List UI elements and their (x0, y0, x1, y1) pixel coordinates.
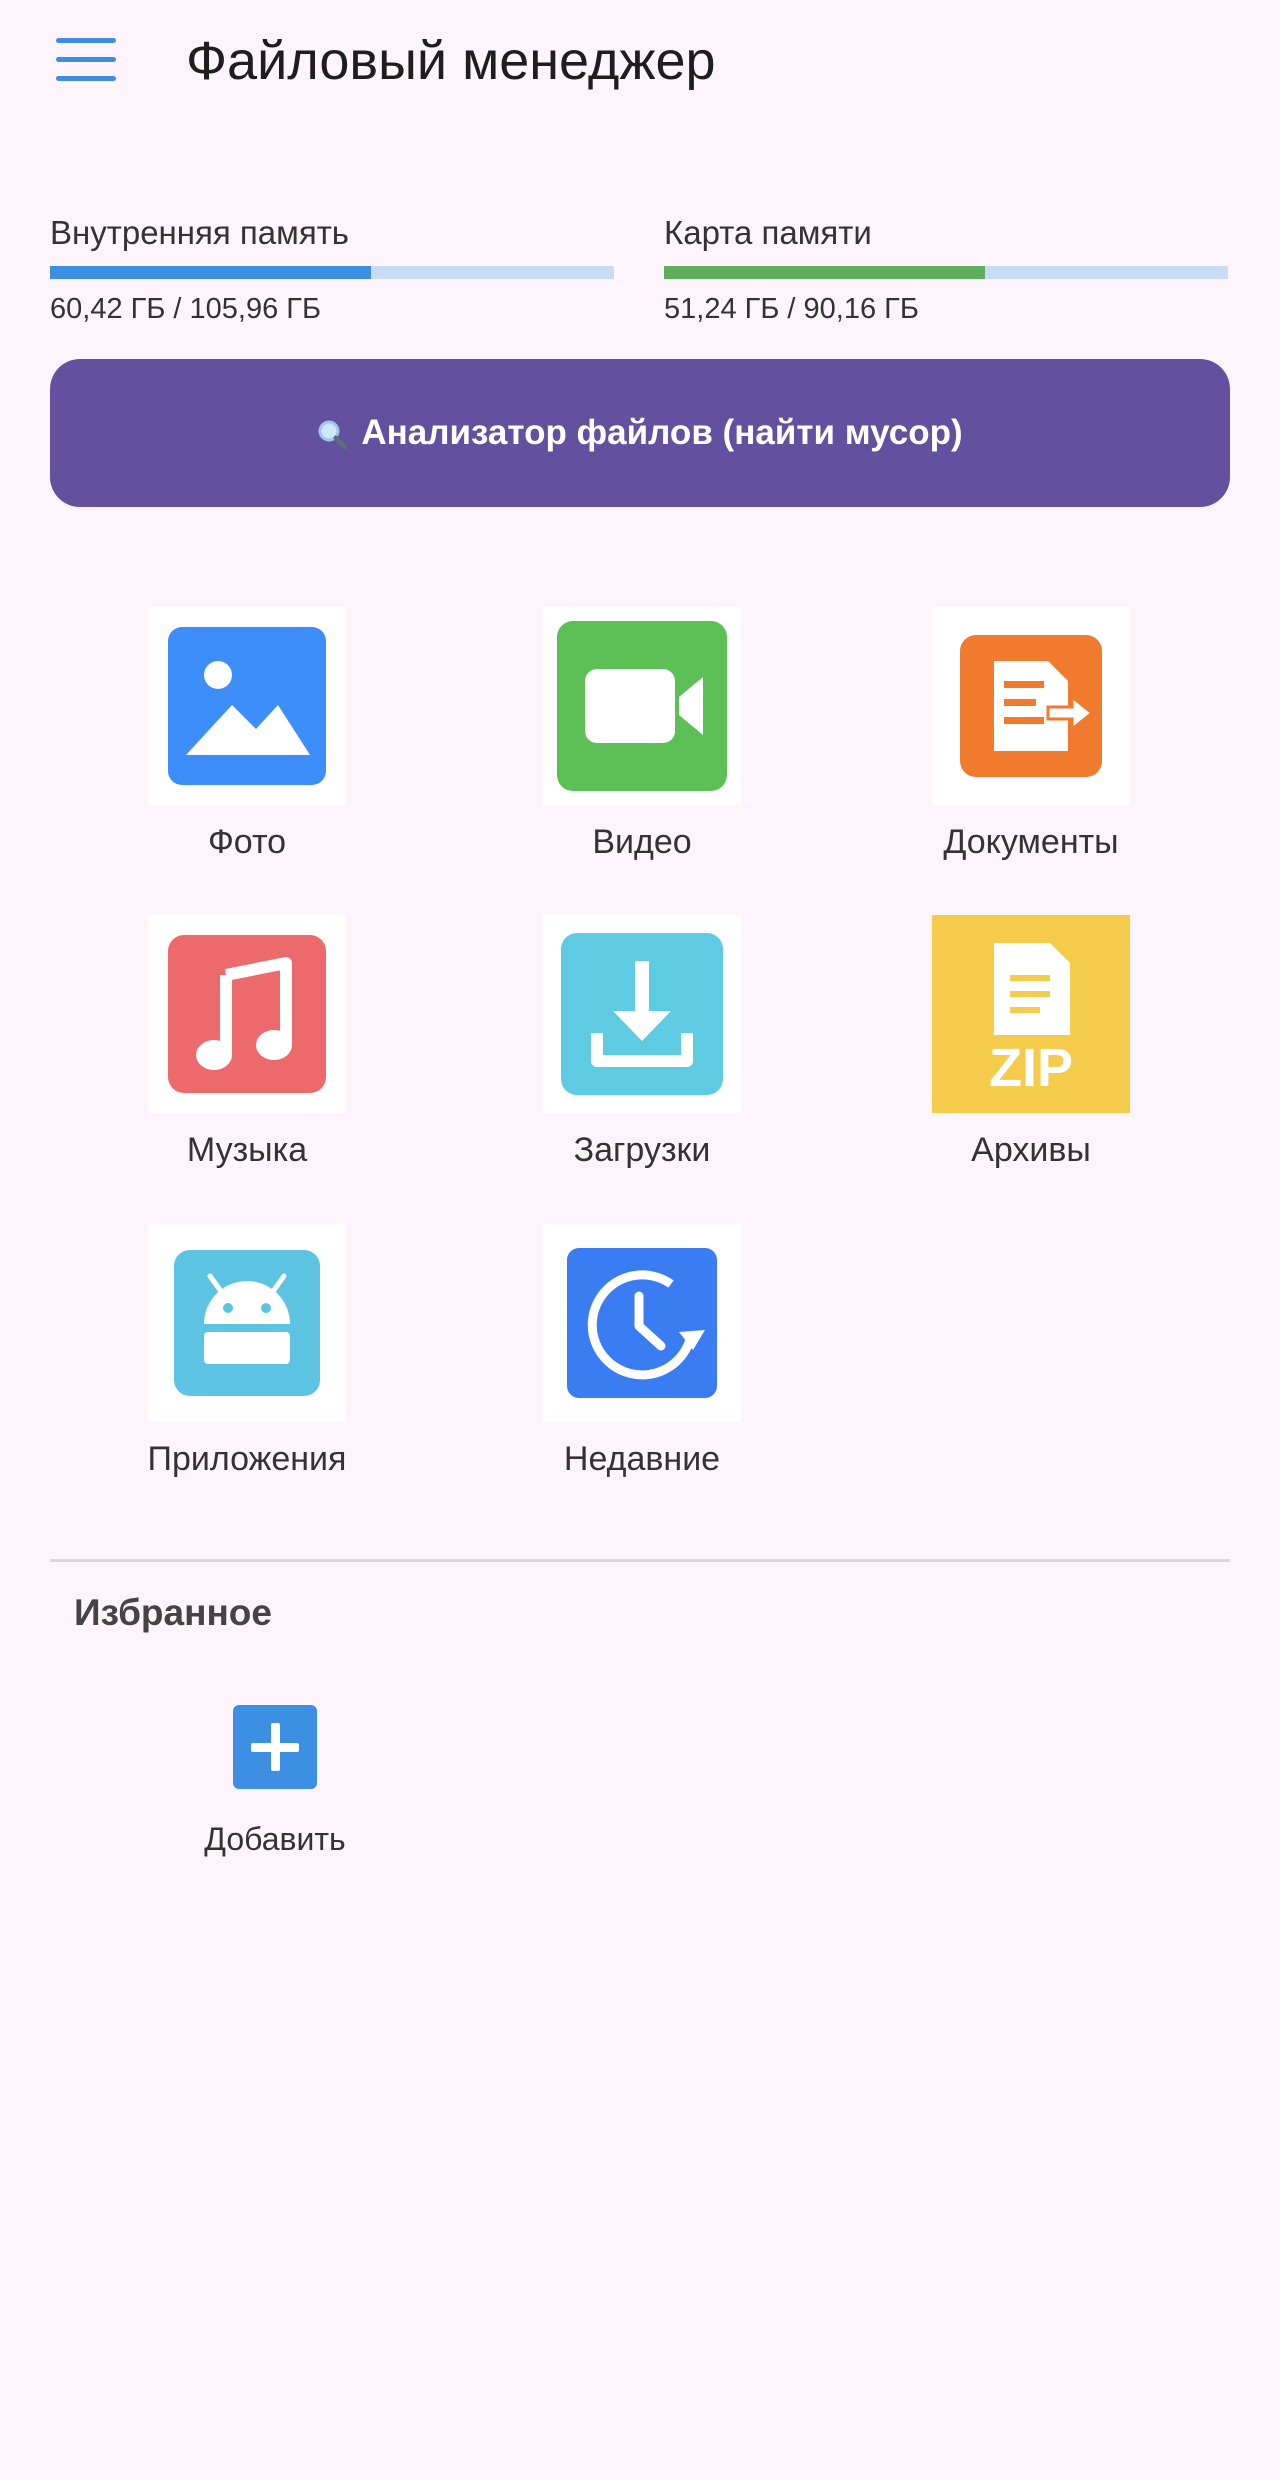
photo-icon (148, 607, 346, 805)
category-photo[interactable]: Фото (97, 607, 397, 862)
add-favorite-label: Добавить (204, 1821, 346, 1857)
internal-storage-label: Внутренняя память (50, 214, 349, 251)
category-label: Документы (943, 823, 1119, 861)
page-title: Файловый менеджер (186, 31, 716, 91)
category-label: Фото (207, 823, 287, 861)
sd-card-storage-usage: 51,24 ГБ / 90,16 ГБ (664, 293, 919, 325)
category-apps[interactable]: Приложения (97, 1224, 397, 1479)
category-archives[interactable]: ZIP Архивы (881, 915, 1181, 1170)
file-analyzer-label: Анализатор файлов (найти мусор) (361, 413, 963, 452)
internal-storage-usage: 60,42 ГБ / 105,96 ГБ (50, 293, 322, 325)
sd-card-storage-bar (664, 266, 1228, 279)
section-divider (50, 1559, 1230, 1562)
add-favorite-button[interactable]: Добавить (175, 1705, 375, 1858)
zip-badge-label: ZIP (988, 1038, 1073, 1098)
category-label: Недавние (563, 1440, 721, 1478)
category-label: Приложения (147, 1440, 347, 1478)
category-music[interactable]: Музыка (97, 915, 397, 1170)
recent-clock-icon (543, 1224, 741, 1422)
music-icon (148, 915, 346, 1113)
sd-card-storage-fill (664, 266, 986, 279)
file-analyzer-button[interactable]: Анализатор файлов (найти мусор) (50, 359, 1230, 507)
app-bar: Файловый менеджер (0, 0, 1280, 130)
category-label: Загрузки (573, 1131, 711, 1169)
hamburger-menu-icon[interactable] (56, 38, 116, 82)
download-icon (543, 915, 741, 1113)
sd-card-storage[interactable]: Карта памяти 51,24 ГБ / 90,16 ГБ (664, 214, 1228, 326)
category-label: Видео (592, 823, 692, 861)
internal-storage[interactable]: Внутренняя память 60,42 ГБ / 105,96 ГБ (50, 214, 614, 326)
zip-archive-icon: ZIP (932, 915, 1130, 1113)
category-recent[interactable]: Недавние (492, 1224, 792, 1479)
favorites-title: Избранное (74, 1592, 272, 1633)
plus-icon (233, 1705, 317, 1789)
sd-card-storage-label: Карта памяти (664, 214, 872, 251)
document-icon (932, 607, 1130, 805)
internal-storage-bar (50, 266, 614, 279)
category-downloads[interactable]: Загрузки (492, 915, 792, 1170)
category-label: Архивы (971, 1131, 1091, 1169)
internal-storage-fill (50, 266, 372, 279)
category-label: Музыка (186, 1131, 308, 1169)
magnifier-icon (317, 418, 348, 450)
category-video[interactable]: Видео (492, 607, 792, 862)
category-documents[interactable]: Документы (881, 607, 1181, 862)
video-icon (543, 607, 741, 805)
android-icon (148, 1224, 346, 1422)
